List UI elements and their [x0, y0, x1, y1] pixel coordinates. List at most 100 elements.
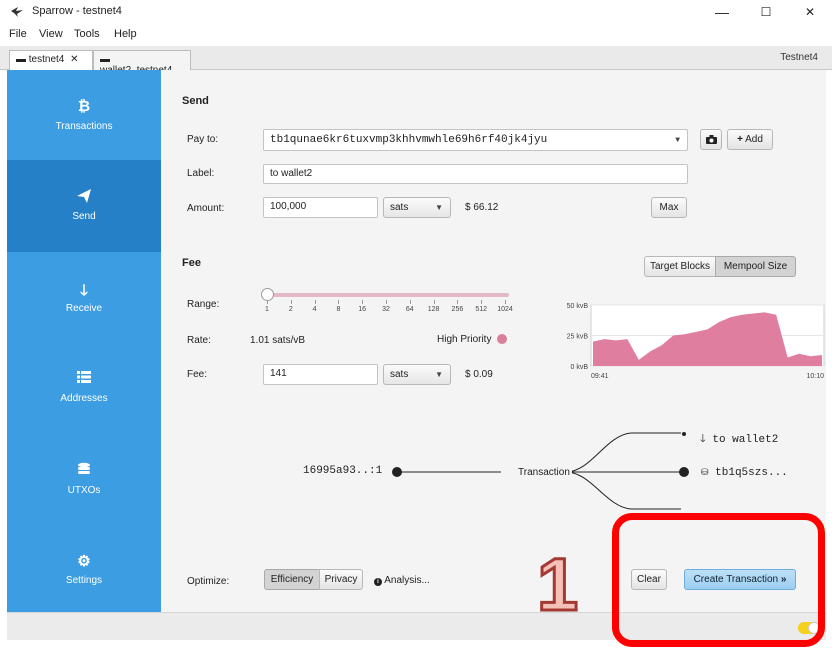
amount-input[interactable]: 100,000	[263, 197, 378, 218]
minimize-button[interactable]: —	[700, 0, 744, 24]
privacy-toggle[interactable]: Privacy	[319, 569, 363, 590]
camera-icon	[705, 135, 717, 147]
sidebar-item-addresses[interactable]: Addresses	[7, 342, 161, 434]
max-button[interactable]: Max	[651, 197, 687, 218]
slider-track	[263, 293, 509, 297]
camera-button[interactable]	[700, 129, 722, 150]
wallet-icon: ▬	[16, 54, 26, 65]
menu-bar: File View Tools Help	[0, 24, 832, 46]
chevron-down-icon: ▼	[435, 370, 443, 379]
info-icon: i	[374, 578, 382, 586]
fee-fiat: $ 0.09	[465, 369, 493, 380]
fee-heading: Fee	[182, 257, 201, 269]
slider-tick-label: 1024	[497, 306, 513, 313]
pay-to-label: Pay to:	[187, 134, 219, 145]
chevron-down-icon: ▼	[435, 203, 443, 212]
slider-tick-label: 1	[265, 306, 269, 313]
chart-x-tick-label: 10:10	[806, 373, 824, 380]
fee-input[interactable]: 141	[263, 364, 378, 385]
annotation-number: 1	[535, 543, 579, 626]
sidebar-item-transactions[interactable]: ₿ Transactions	[7, 70, 161, 162]
output-to-wallet2[interactable]: 🡓 to wallet2	[700, 430, 778, 449]
tab-close-icon[interactable]: ✕	[70, 54, 78, 65]
fee-unit-select[interactable]: sats ▼	[383, 364, 451, 385]
label-input[interactable]: to wallet2	[263, 164, 688, 184]
send-icon	[7, 188, 161, 208]
output-label: tb1q5szs...	[715, 467, 788, 479]
menu-help[interactable]: Help	[114, 28, 137, 40]
plus-icon: +	[737, 134, 743, 145]
close-button[interactable]: ✕	[788, 0, 832, 24]
output-node	[682, 432, 686, 436]
slider-tick-label: 128	[427, 306, 440, 313]
rate-value: 1.01 sats/vB	[250, 335, 306, 346]
arrow-down-icon: 🡓	[700, 434, 706, 446]
input-node	[392, 467, 402, 477]
window-title: Sparrow - testnet4	[32, 5, 122, 17]
slider-tick-label: 4	[312, 306, 317, 313]
maximize-button[interactable]: ☐	[744, 0, 788, 24]
output-change[interactable]: ⛁ tb1q5szs...	[701, 467, 788, 479]
wallet-tab-bar: ▬ testnet4 ✕ ▬ wallet2_testnet4 Testnet4	[0, 46, 832, 76]
sidebar-item-label: UTXOs	[67, 485, 101, 496]
input-label[interactable]: 16995a93..:1	[303, 465, 382, 477]
slider-tick	[267, 300, 268, 304]
sidebar-item-send[interactable]: Send	[7, 160, 161, 252]
slider-tick-label: 512	[475, 306, 488, 313]
output-node	[679, 467, 689, 477]
sidebar-item-settings[interactable]: ⚙ Settings	[7, 524, 161, 616]
sidebar-item-label: Send	[72, 211, 96, 222]
tab-testnet4[interactable]: ▬ testnet4 ✕	[9, 50, 93, 70]
sidebar-item-label: Settings	[65, 575, 103, 586]
sidebar: ₿ Transactions Send 🡓 Receive Addresses …	[7, 70, 161, 612]
amount-unit-select[interactable]: sats ▼	[383, 197, 451, 218]
arrow-down-icon: 🡓	[80, 282, 88, 299]
fee-range-slider[interactable]: 1 2 4 8 16 32 64 128 256 512 1024	[261, 288, 513, 316]
coins-icon: ⛁	[701, 468, 709, 478]
menu-tools[interactable]: Tools	[74, 28, 100, 40]
amount-fiat: $ 66.12	[465, 202, 499, 213]
network-label: Testnet4	[780, 52, 818, 63]
mempool-chart: 50 kvB 25 kvB 0 kvB09:41 10:10	[567, 303, 825, 380]
label-value: to wallet2	[270, 168, 313, 179]
slider-tick	[505, 300, 506, 304]
pay-to-value: tb1qunae6kr6tuxvmp3khhvmwhle69h6rf40jk4j…	[270, 134, 548, 146]
list-icon	[7, 370, 161, 387]
label-label: Label:	[187, 168, 215, 179]
sidebar-item-label: Addresses	[60, 393, 108, 404]
sidebar-item-receive[interactable]: 🡓 Receive	[7, 252, 161, 344]
fee-label: Fee:	[187, 369, 208, 380]
tab-label: testnet4	[28, 54, 65, 65]
slider-tick-label: 256	[451, 306, 464, 313]
range-label: Range:	[187, 299, 220, 310]
pay-to-input[interactable]: tb1qunae6kr6tuxvmp3khhvmwhle69h6rf40jk4j…	[263, 129, 688, 151]
add-button[interactable]: + Add	[727, 129, 773, 150]
slider-tick	[338, 300, 340, 304]
slider-tick	[409, 300, 411, 304]
efficiency-toggle[interactable]: Efficiency	[264, 569, 320, 590]
menu-file[interactable]: File	[9, 28, 27, 40]
analysis-link[interactable]: i Analysis...	[374, 575, 430, 586]
slider-tick	[457, 300, 459, 304]
chevron-down-icon[interactable]: ▼	[675, 136, 680, 145]
target-blocks-toggle[interactable]: Target Blocks	[644, 256, 716, 277]
priority-indicator: High Priority	[437, 334, 508, 345]
slider-tick	[481, 300, 483, 304]
transaction-label: Transaction	[516, 467, 572, 478]
wallet-icon: ▬	[100, 54, 110, 65]
chart-y-tick-label: 25 kvB	[567, 334, 589, 341]
slider-tick-label: 8	[336, 306, 341, 313]
amount-label: Amount:	[187, 203, 225, 214]
menu-view[interactable]: View	[39, 28, 63, 40]
slider-tick	[362, 300, 364, 304]
rate-label: Rate:	[187, 335, 211, 346]
chart-y-tick-label: 0 kvB	[570, 364, 588, 371]
output-label: to wallet2	[712, 434, 779, 446]
tab-wallet2-testnet4[interactable]: ▬ wallet2_testnet4	[93, 50, 191, 76]
slider-tick	[314, 300, 316, 304]
slider-tick	[290, 300, 292, 304]
bitcoin-icon: ₿	[77, 98, 91, 115]
sidebar-item-utxos[interactable]: UTXOs	[7, 434, 161, 526]
amount-value: 100,000	[270, 201, 307, 212]
mempool-size-toggle[interactable]: Mempool Size	[715, 256, 796, 277]
